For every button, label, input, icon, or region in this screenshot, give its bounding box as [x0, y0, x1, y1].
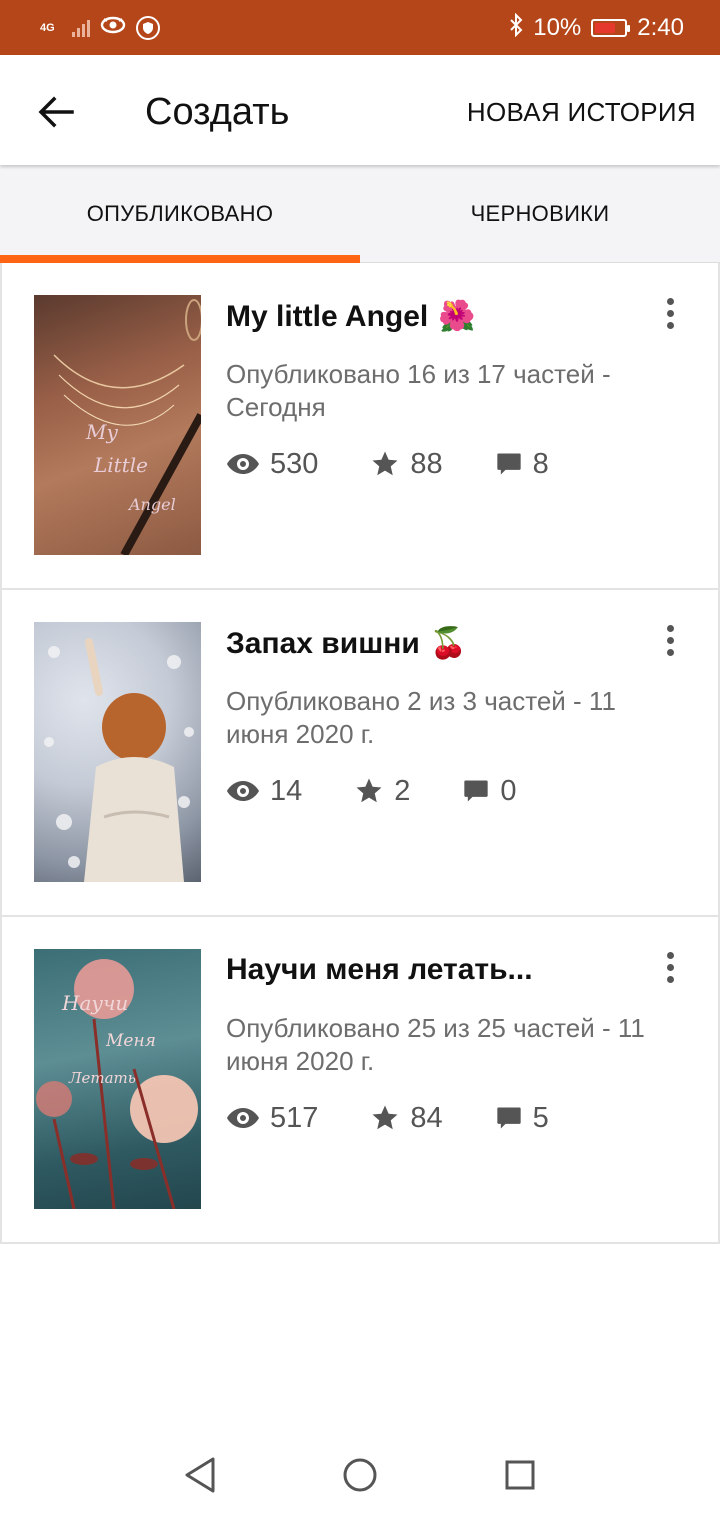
- signal-icon: [72, 19, 90, 37]
- status-bar: 4G 10% 2:40: [0, 0, 720, 55]
- story-meta: Опубликовано 16 из 17 частей - Сегодня: [226, 359, 611, 422]
- eye-icon: [227, 781, 259, 801]
- story-title-text: Научи меня летать...: [226, 953, 533, 986]
- hibiscus-emoji: 🌺: [438, 300, 476, 333]
- votes-stat: 2: [354, 775, 410, 808]
- story-title[interactable]: My little Angel 🌺: [226, 299, 476, 334]
- views-count: 530: [270, 447, 319, 480]
- views-stat: 517: [226, 1102, 318, 1135]
- comment-icon: [464, 780, 489, 802]
- votes-count: 88: [410, 447, 443, 480]
- nav-back-icon: [185, 1457, 215, 1493]
- comments-stat: 8: [495, 448, 549, 481]
- story-list: My Little Angel My little Angel 🌺 Опубли…: [0, 263, 720, 1244]
- story-cover[interactable]: Научи Меня Летать: [34, 949, 201, 1209]
- more-vert-icon: [666, 624, 674, 632]
- views-stat: 14: [226, 775, 302, 808]
- story-cover[interactable]: [34, 622, 201, 882]
- star-icon: [356, 778, 382, 803]
- clock: 2:40: [637, 13, 684, 41]
- tab-bar: ОПУБЛИКОВАНО ЧЕРНОВИКИ: [0, 165, 720, 263]
- cover-text: My: [86, 420, 118, 444]
- votes-count: 84: [410, 1101, 443, 1134]
- tab-published[interactable]: ОПУБЛИКОВАНО: [0, 165, 360, 263]
- story-cover[interactable]: My Little Angel: [34, 295, 201, 555]
- nav-recents-icon: [505, 1460, 535, 1490]
- nav-back-button[interactable]: [175, 1450, 225, 1500]
- votes-stat: 84: [370, 1101, 443, 1135]
- comments-count: 5: [532, 1101, 549, 1134]
- eye-icon: [227, 454, 259, 474]
- more-vert-icon: [666, 951, 674, 959]
- views-count: 14: [270, 774, 303, 807]
- comment-icon: [496, 453, 521, 475]
- votes-stat: 88: [370, 447, 443, 481]
- eye-icon: [100, 15, 126, 40]
- comments-stat: 5: [495, 1102, 549, 1135]
- tab-drafts[interactable]: ЧЕРНОВИКИ: [360, 165, 720, 262]
- story-meta: Опубликовано 25 из 25 частей - 11 июня 2…: [226, 1013, 645, 1076]
- nav-home-icon: [343, 1458, 377, 1492]
- back-button[interactable]: [32, 88, 80, 136]
- star-icon: [372, 451, 398, 476]
- story-title[interactable]: Запах вишни 🍒: [226, 626, 467, 661]
- votes-count: 2: [394, 774, 411, 807]
- story-stats: 530 88 8: [226, 444, 601, 484]
- star-icon: [372, 1105, 398, 1130]
- nav-home-button[interactable]: [335, 1450, 385, 1500]
- comments-count: 8: [532, 447, 549, 480]
- status-bar-left: 4G: [40, 15, 160, 40]
- story-stats: 517 84 5: [226, 1098, 601, 1138]
- network-type: 4G: [40, 21, 55, 34]
- story-title-text: My little Angel: [226, 299, 429, 333]
- more-options-button[interactable]: [654, 947, 686, 987]
- cherry-emoji: 🍒: [429, 627, 468, 660]
- more-options-button[interactable]: [654, 293, 686, 333]
- cover-text: Научи: [62, 991, 129, 1015]
- page-title: Создать: [145, 91, 290, 133]
- shield-icon: [136, 15, 160, 40]
- eye-icon: [227, 1108, 259, 1128]
- story-stats: 14 2 0: [226, 771, 569, 811]
- nav-recents-button[interactable]: [495, 1450, 545, 1500]
- battery-icon: [591, 18, 631, 37]
- story-title-text: Запах вишни: [226, 626, 420, 660]
- cover-text: Меня: [106, 1031, 156, 1051]
- cover-text: Little: [94, 453, 148, 477]
- comments-count: 0: [500, 774, 517, 807]
- status-bar-right: 10% 2:40: [509, 12, 684, 42]
- more-vert-icon: [666, 297, 674, 305]
- comment-icon: [496, 1107, 521, 1129]
- comments-stat: 0: [462, 774, 517, 808]
- cover-text: Angel: [129, 495, 176, 514]
- more-options-button[interactable]: [654, 620, 686, 660]
- story-card[interactable]: Запах вишни 🍒 Опубликовано 2 из 3 частей…: [0, 590, 720, 917]
- arrow-back-icon: [38, 96, 74, 128]
- battery-percent: 10%: [533, 13, 582, 41]
- story-card[interactable]: My Little Angel My little Angel 🌺 Опубли…: [0, 263, 720, 590]
- cover-text: Летать: [69, 1069, 136, 1087]
- bluetooth-icon: [509, 12, 523, 42]
- app-bar: Создать НОВАЯ ИСТОРИЯ: [0, 55, 720, 165]
- views-count: 517: [270, 1101, 319, 1134]
- new-story-button[interactable]: НОВАЯ ИСТОРИЯ: [467, 97, 696, 128]
- story-card[interactable]: Научи Меня Летать Научи меня летать... О…: [0, 917, 720, 1244]
- story-meta: Опубликовано 2 из 3 частей - 11 июня 202…: [226, 686, 616, 749]
- story-title[interactable]: Научи меня летать...: [226, 953, 533, 987]
- system-nav-bar: [0, 1430, 720, 1520]
- views-stat: 530: [226, 448, 318, 481]
